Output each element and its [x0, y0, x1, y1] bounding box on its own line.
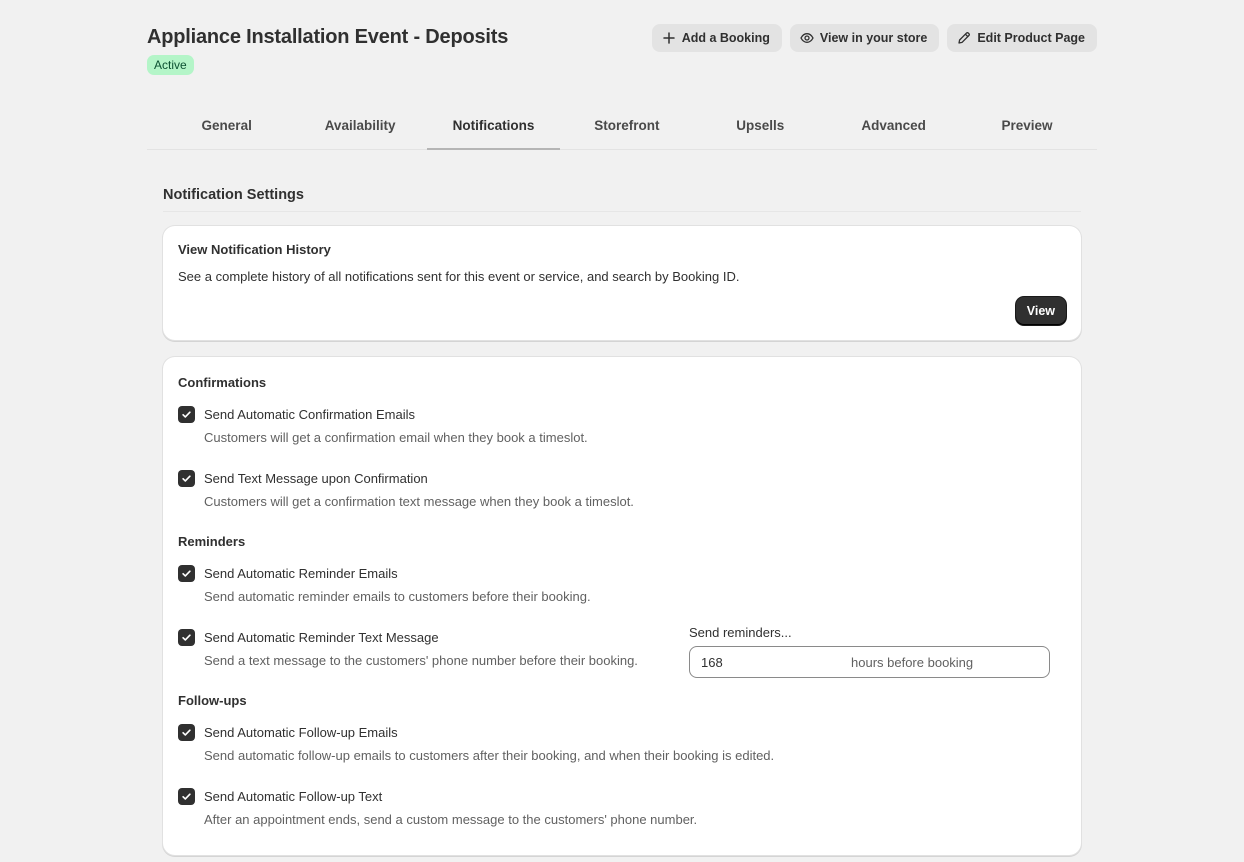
option-followup-emails: Send Automatic Follow-up Emails Send aut…: [178, 724, 1066, 764]
tab-availability[interactable]: Availability: [293, 100, 426, 149]
reminder-text-checkbox[interactable]: [178, 629, 195, 646]
check-icon: [182, 793, 191, 800]
tab-storefront[interactable]: Storefront: [560, 100, 693, 149]
reminder-hours-suffix: hours before booking: [851, 654, 974, 670]
status-badge: Active: [147, 55, 194, 75]
check-icon: [182, 475, 191, 482]
option-body: Send Automatic Reminder Text Message Sen…: [204, 629, 638, 669]
option-reminder-emails: Send Automatic Reminder Emails Send auto…: [178, 565, 1066, 605]
option-label: Send Automatic Confirmation Emails: [204, 407, 415, 422]
page-header: Appliance Installation Event - Deposits …: [147, 0, 1097, 100]
option-body: Send Automatic Follow-up Emails Send aut…: [204, 724, 774, 764]
confirmation-text-checkbox[interactable]: [178, 470, 195, 487]
header-actions: Add a Booking View in your store Edit Pr…: [651, 24, 1097, 52]
reminder-emails-checkbox[interactable]: [178, 565, 195, 582]
history-heading: View Notification History: [178, 242, 331, 257]
option-followup-text: Send Automatic Follow-up Text After an a…: [178, 788, 1066, 828]
option-label: Send Text Message upon Confirmation: [204, 471, 428, 486]
option-label: Send Automatic Reminder Text Message: [204, 630, 439, 645]
reminder-hours-input[interactable]: 168 hours before booking: [689, 646, 1050, 678]
tab-upsells[interactable]: Upsells: [694, 100, 827, 149]
pencil-icon: [958, 32, 971, 44]
add-booking-button[interactable]: Add a Booking: [651, 24, 782, 52]
view-in-store-button[interactable]: View in your store: [789, 24, 940, 52]
option-help: Send a text message to the customers' ph…: [204, 653, 638, 668]
option-help: Customers will get a confirmation text m…: [204, 494, 634, 509]
followup-text-checkbox[interactable]: [178, 788, 195, 805]
confirmation-emails-checkbox[interactable]: [178, 406, 195, 423]
option-help: After an appointment ends, send a custom…: [204, 812, 698, 827]
tab-preview[interactable]: Preview: [960, 100, 1093, 149]
eye-icon: [800, 33, 814, 43]
option-body: Send Automatic Confirmation Emails Custo…: [204, 406, 588, 446]
option-label: Send Automatic Follow-up Text: [204, 789, 383, 804]
reminder-timing-label: Send reminders...: [689, 625, 792, 640]
edit-product-page-button[interactable]: Edit Product Page: [947, 24, 1097, 52]
followups-heading: Follow-ups: [178, 693, 247, 708]
add-booking-label: Add a Booking: [681, 31, 770, 45]
edit-product-page-label: Edit Product Page: [977, 31, 1085, 45]
notification-history-card: View Notification History See a complete…: [163, 226, 1081, 340]
view-history-button[interactable]: View: [1015, 297, 1066, 325]
tab-advanced[interactable]: Advanced: [827, 100, 960, 149]
check-icon: [182, 729, 191, 736]
reminder-hours-value: 168: [701, 654, 723, 670]
check-icon: [182, 570, 191, 577]
view-in-store-label: View in your store: [819, 31, 928, 45]
option-label: Send Automatic Follow-up Emails: [204, 725, 398, 740]
tab-bar: General Availability Notifications Store…: [147, 100, 1097, 150]
option-help: Send automatic reminder emails to custom…: [204, 589, 591, 604]
notification-settings-section: Notification Settings View Notification …: [163, 150, 1081, 855]
check-icon: [182, 634, 191, 641]
page-title: Appliance Installation Event - Deposits: [147, 26, 509, 48]
history-description: See a complete history of all notificati…: [178, 269, 740, 284]
option-help: Send automatic follow-up emails to custo…: [204, 748, 775, 763]
option-label: Send Automatic Reminder Emails: [204, 566, 398, 581]
option-body: Send Text Message upon Confirmation Cust…: [204, 470, 634, 510]
followup-emails-checkbox[interactable]: [178, 724, 195, 741]
option-body: Send Automatic Follow-up Text After an a…: [204, 788, 697, 828]
option-help: Customers will get a confirmation email …: [204, 430, 588, 445]
option-body: Send Automatic Reminder Emails Send auto…: [204, 565, 591, 605]
check-icon: [182, 411, 191, 418]
product-page: Appliance Installation Event - Deposits …: [147, 0, 1097, 855]
tab-general[interactable]: General: [160, 100, 293, 149]
option-confirmation-text: Send Text Message upon Confirmation Cust…: [178, 470, 1066, 510]
notification-options-card: Confirmations Send Automatic Confirmatio…: [163, 357, 1081, 855]
option-confirmation-emails: Send Automatic Confirmation Emails Custo…: [178, 406, 1066, 446]
tab-bar-spacer: [147, 100, 160, 149]
section-title: Notification Settings: [163, 150, 1081, 212]
reminders-heading: Reminders: [178, 534, 246, 549]
tab-notifications[interactable]: Notifications: [426, 100, 561, 150]
plus-icon: [662, 32, 675, 44]
confirmations-heading: Confirmations: [178, 375, 267, 390]
reminder-timing-field: Send reminders... 168 hours before booki…: [689, 625, 1050, 678]
